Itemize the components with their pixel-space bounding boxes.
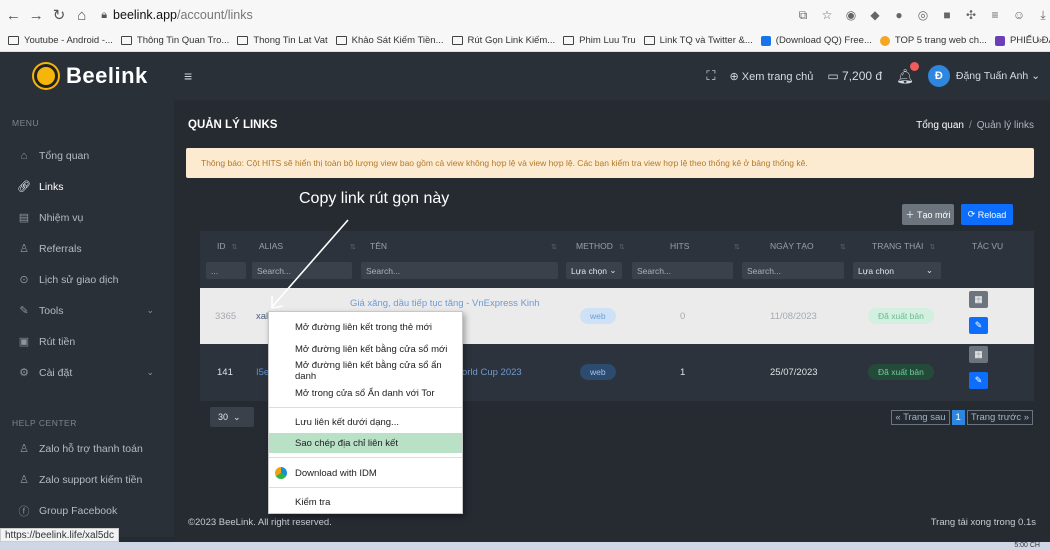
menu-item-copy-link[interactable]: Sao chép địa chỉ liên kết xyxy=(269,433,462,453)
menu-item-save-link[interactable]: Lưu liên kết dưới dạng... xyxy=(269,412,462,432)
idm-icon xyxy=(275,467,287,479)
menu-separator xyxy=(269,407,462,408)
menu-item-open-new-tab[interactable]: Mở đường liên kết trong thẻ mới xyxy=(269,317,462,337)
load-time: Trang tải xong trong 0.1s xyxy=(930,516,1036,528)
menu-item-open-incognito[interactable]: Mở đường liên kết bằng cửa sổ ẩn danh xyxy=(269,360,462,382)
menu-item-open-tor[interactable]: Mở trong cửa sổ Ẩn danh với Tor xyxy=(269,383,462,403)
annotation-arrow xyxy=(271,219,349,309)
taskbar-clock: 5:00 CH xyxy=(1014,542,1040,549)
menu-item-label: Download with IDM xyxy=(295,467,377,479)
menu-item-open-new-window[interactable]: Mở đường liên kết bằng cửa sổ mới xyxy=(269,339,462,359)
menu-item-download-idm[interactable]: Download with IDM xyxy=(269,463,462,483)
status-url: https://beelink.life/xal5dc xyxy=(0,528,119,542)
menu-separator xyxy=(269,457,462,458)
arrow-line xyxy=(271,219,349,308)
taskbar: 5:00 CH xyxy=(0,542,1050,550)
copyright: ©2023 BeeLink. All right reserved. xyxy=(188,516,332,528)
context-menu: Mở đường liên kết trong thẻ mới Mở đường… xyxy=(268,311,463,514)
menu-item-inspect[interactable]: Kiểm tra xyxy=(269,492,462,512)
menu-separator xyxy=(269,487,462,488)
